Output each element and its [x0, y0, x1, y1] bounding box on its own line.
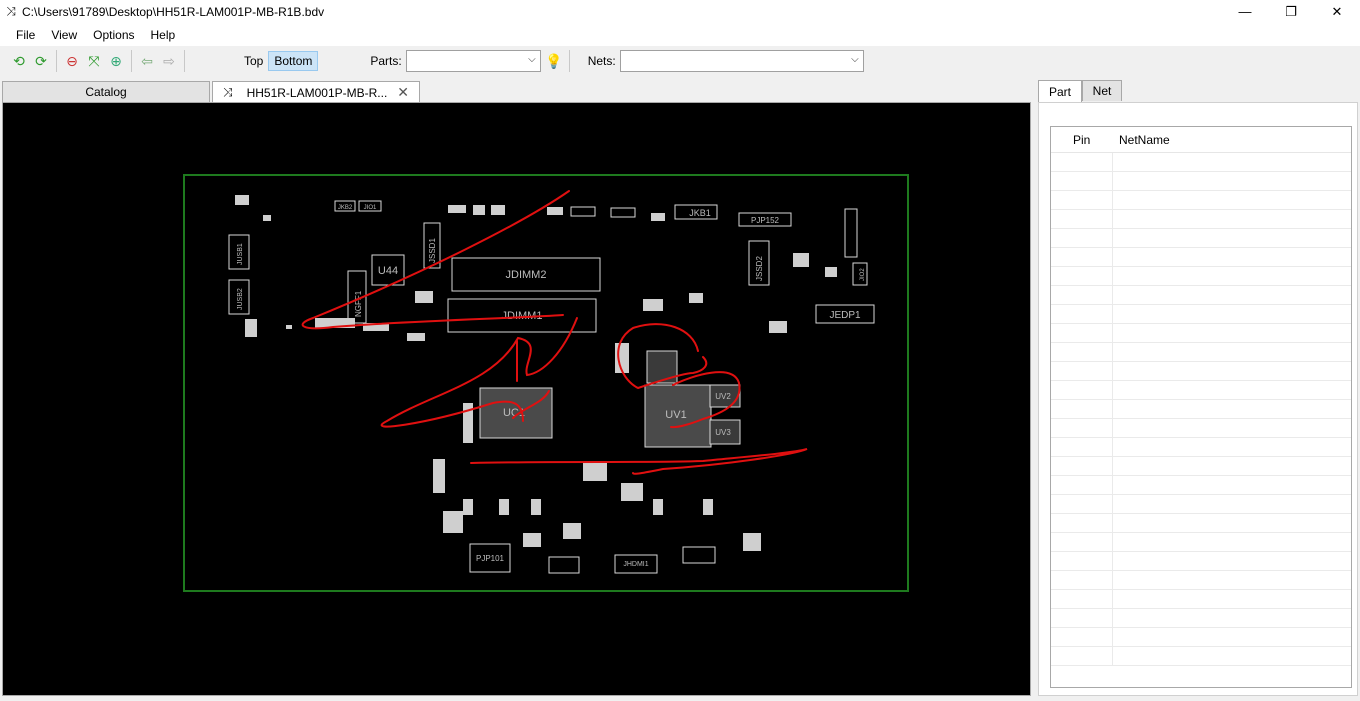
svg-text:JSSD2: JSSD2 [755, 256, 764, 281]
table-row[interactable] [1051, 533, 1351, 552]
svg-text:PJP152: PJP152 [751, 216, 780, 225]
maximize-button[interactable]: ❐ [1268, 0, 1314, 23]
svg-text:JSSD1: JSSD1 [428, 238, 437, 263]
table-row[interactable] [1051, 609, 1351, 628]
close-tab-icon[interactable]: ✕ [397, 84, 409, 101]
svg-text:JKB2: JKB2 [338, 205, 353, 211]
menu-file[interactable]: File [8, 28, 43, 42]
column-pin[interactable]: Pin [1051, 127, 1113, 152]
svg-text:NGFF1: NGFF1 [354, 290, 363, 317]
toolbar-separator [568, 50, 570, 72]
table-row[interactable] [1051, 590, 1351, 609]
nets-combobox[interactable]: ⌵ [619, 50, 864, 72]
table-row[interactable] [1051, 647, 1351, 666]
table-row[interactable] [1051, 229, 1351, 248]
nets-label: Nets: [587, 54, 616, 68]
table-body [1051, 153, 1351, 666]
close-button[interactable]: ✕ [1314, 0, 1360, 23]
parts-label: Parts: [370, 54, 402, 68]
toolbar: ⟲ ⟳ ⊖ ⤧ ⊕ ⇦ ⇨ Top Bottom Parts: ⌵ 💡 Nets… [0, 46, 1360, 76]
table-row[interactable] [1051, 628, 1351, 647]
svg-text:JHDMI1: JHDMI1 [623, 561, 648, 568]
table-row[interactable] [1051, 248, 1351, 267]
menu-help[interactable]: Help [143, 28, 184, 42]
rotate-left-icon[interactable]: ⟲ [8, 50, 30, 72]
chevron-down-icon: ⌵ [528, 54, 536, 65]
table-row[interactable] [1051, 210, 1351, 229]
menu-view[interactable]: View [43, 28, 85, 42]
table-row[interactable] [1051, 495, 1351, 514]
window-title: C:\Users\91789\Desktop\HH51R-LAM001P-MB-… [22, 4, 325, 19]
document-tabs: Catalog ⤨ HH51R-LAM001P-MB-R... ✕ [2, 81, 420, 103]
toolbar-separator [184, 50, 185, 72]
top-side-button[interactable]: Top [239, 51, 268, 71]
board-view[interactable]: JDIMM2 JDIMM1 U44 JSSD1 JSSD2 NGFF1 JUSB… [3, 103, 1030, 695]
back-arrow-icon[interactable]: ⇦ [136, 50, 158, 72]
part-panel: Pin NetName [1038, 102, 1358, 696]
zoom-in-icon[interactable]: ⊕ [105, 50, 127, 72]
svg-text:JDIMM2: JDIMM2 [506, 269, 547, 281]
tab-part[interactable]: Part [1038, 80, 1082, 102]
table-row[interactable] [1051, 400, 1351, 419]
table-row[interactable] [1051, 438, 1351, 457]
svg-text:UV2: UV2 [715, 392, 731, 401]
panel-tabs: Part Net [1038, 80, 1122, 103]
svg-text:JEDP1: JEDP1 [829, 310, 861, 321]
tab-catalog[interactable]: Catalog [2, 81, 210, 102]
toolbar-separator [131, 50, 132, 72]
table-row[interactable] [1051, 552, 1351, 571]
table-row[interactable] [1051, 457, 1351, 476]
fit-icon[interactable]: ⤧ [83, 50, 105, 72]
table-row[interactable] [1051, 419, 1351, 438]
svg-text:JIO2: JIO2 [860, 268, 866, 281]
table-row[interactable] [1051, 476, 1351, 495]
rotate-right-icon[interactable]: ⟳ [30, 50, 52, 72]
title-bar: ⤨ C:\Users\91789\Desktop\HH51R-LAM001P-M… [0, 0, 1360, 23]
table-row[interactable] [1051, 381, 1351, 400]
svg-text:JIO1: JIO1 [364, 205, 377, 211]
bulb-icon[interactable]: 💡 [543, 50, 565, 72]
table-header: Pin NetName [1051, 127, 1351, 153]
table-row[interactable] [1051, 343, 1351, 362]
component-layer [228, 200, 875, 574]
tab-net[interactable]: Net [1082, 80, 1122, 101]
svg-text:U44: U44 [378, 265, 398, 277]
svg-text:UV3: UV3 [715, 428, 731, 437]
svg-text:UV1: UV1 [665, 409, 686, 421]
svg-text:JKB1: JKB1 [689, 208, 711, 218]
chevron-down-icon: ⌵ [851, 54, 859, 65]
shuffle-icon: ⤨ [222, 85, 233, 99]
table-row[interactable] [1051, 324, 1351, 343]
svg-text:PJP101: PJP101 [476, 554, 505, 563]
column-netname[interactable]: NetName [1113, 127, 1170, 152]
table-row[interactable] [1051, 172, 1351, 191]
board-canvas[interactable]: JDIMM2 JDIMM1 U44 JSSD1 JSSD2 NGFF1 JUSB… [2, 102, 1031, 696]
toolbar-separator [56, 50, 57, 72]
bottom-side-button[interactable]: Bottom [268, 51, 319, 71]
table-row[interactable] [1051, 153, 1351, 172]
board-outline [183, 174, 909, 592]
svg-text:JUSB2: JUSB2 [237, 288, 244, 310]
table-row[interactable] [1051, 362, 1351, 381]
parts-combobox[interactable]: ⌵ [405, 50, 541, 72]
svg-text:JUSB1: JUSB1 [237, 243, 244, 265]
minimize-button[interactable]: — [1222, 0, 1268, 23]
table-row[interactable] [1051, 267, 1351, 286]
table-row[interactable] [1051, 305, 1351, 324]
table-row[interactable] [1051, 191, 1351, 210]
table-row[interactable] [1051, 286, 1351, 305]
menu-bar: File View Options Help [0, 23, 1360, 46]
table-row[interactable] [1051, 571, 1351, 590]
table-row[interactable] [1051, 514, 1351, 533]
component-labels: JDIMM2 JDIMM1 U44 JSSD1 JSSD2 NGFF1 JUSB… [237, 205, 866, 568]
zoom-out-icon[interactable]: ⊖ [61, 50, 83, 72]
tab-board-file[interactable]: ⤨ HH51R-LAM001P-MB-R... ✕ [212, 81, 420, 103]
forward-arrow-icon[interactable]: ⇨ [158, 50, 180, 72]
menu-options[interactable]: Options [85, 28, 142, 42]
app-shuffle-icon: ⤨ [6, 4, 16, 18]
pin-net-table[interactable]: Pin NetName [1050, 126, 1352, 688]
